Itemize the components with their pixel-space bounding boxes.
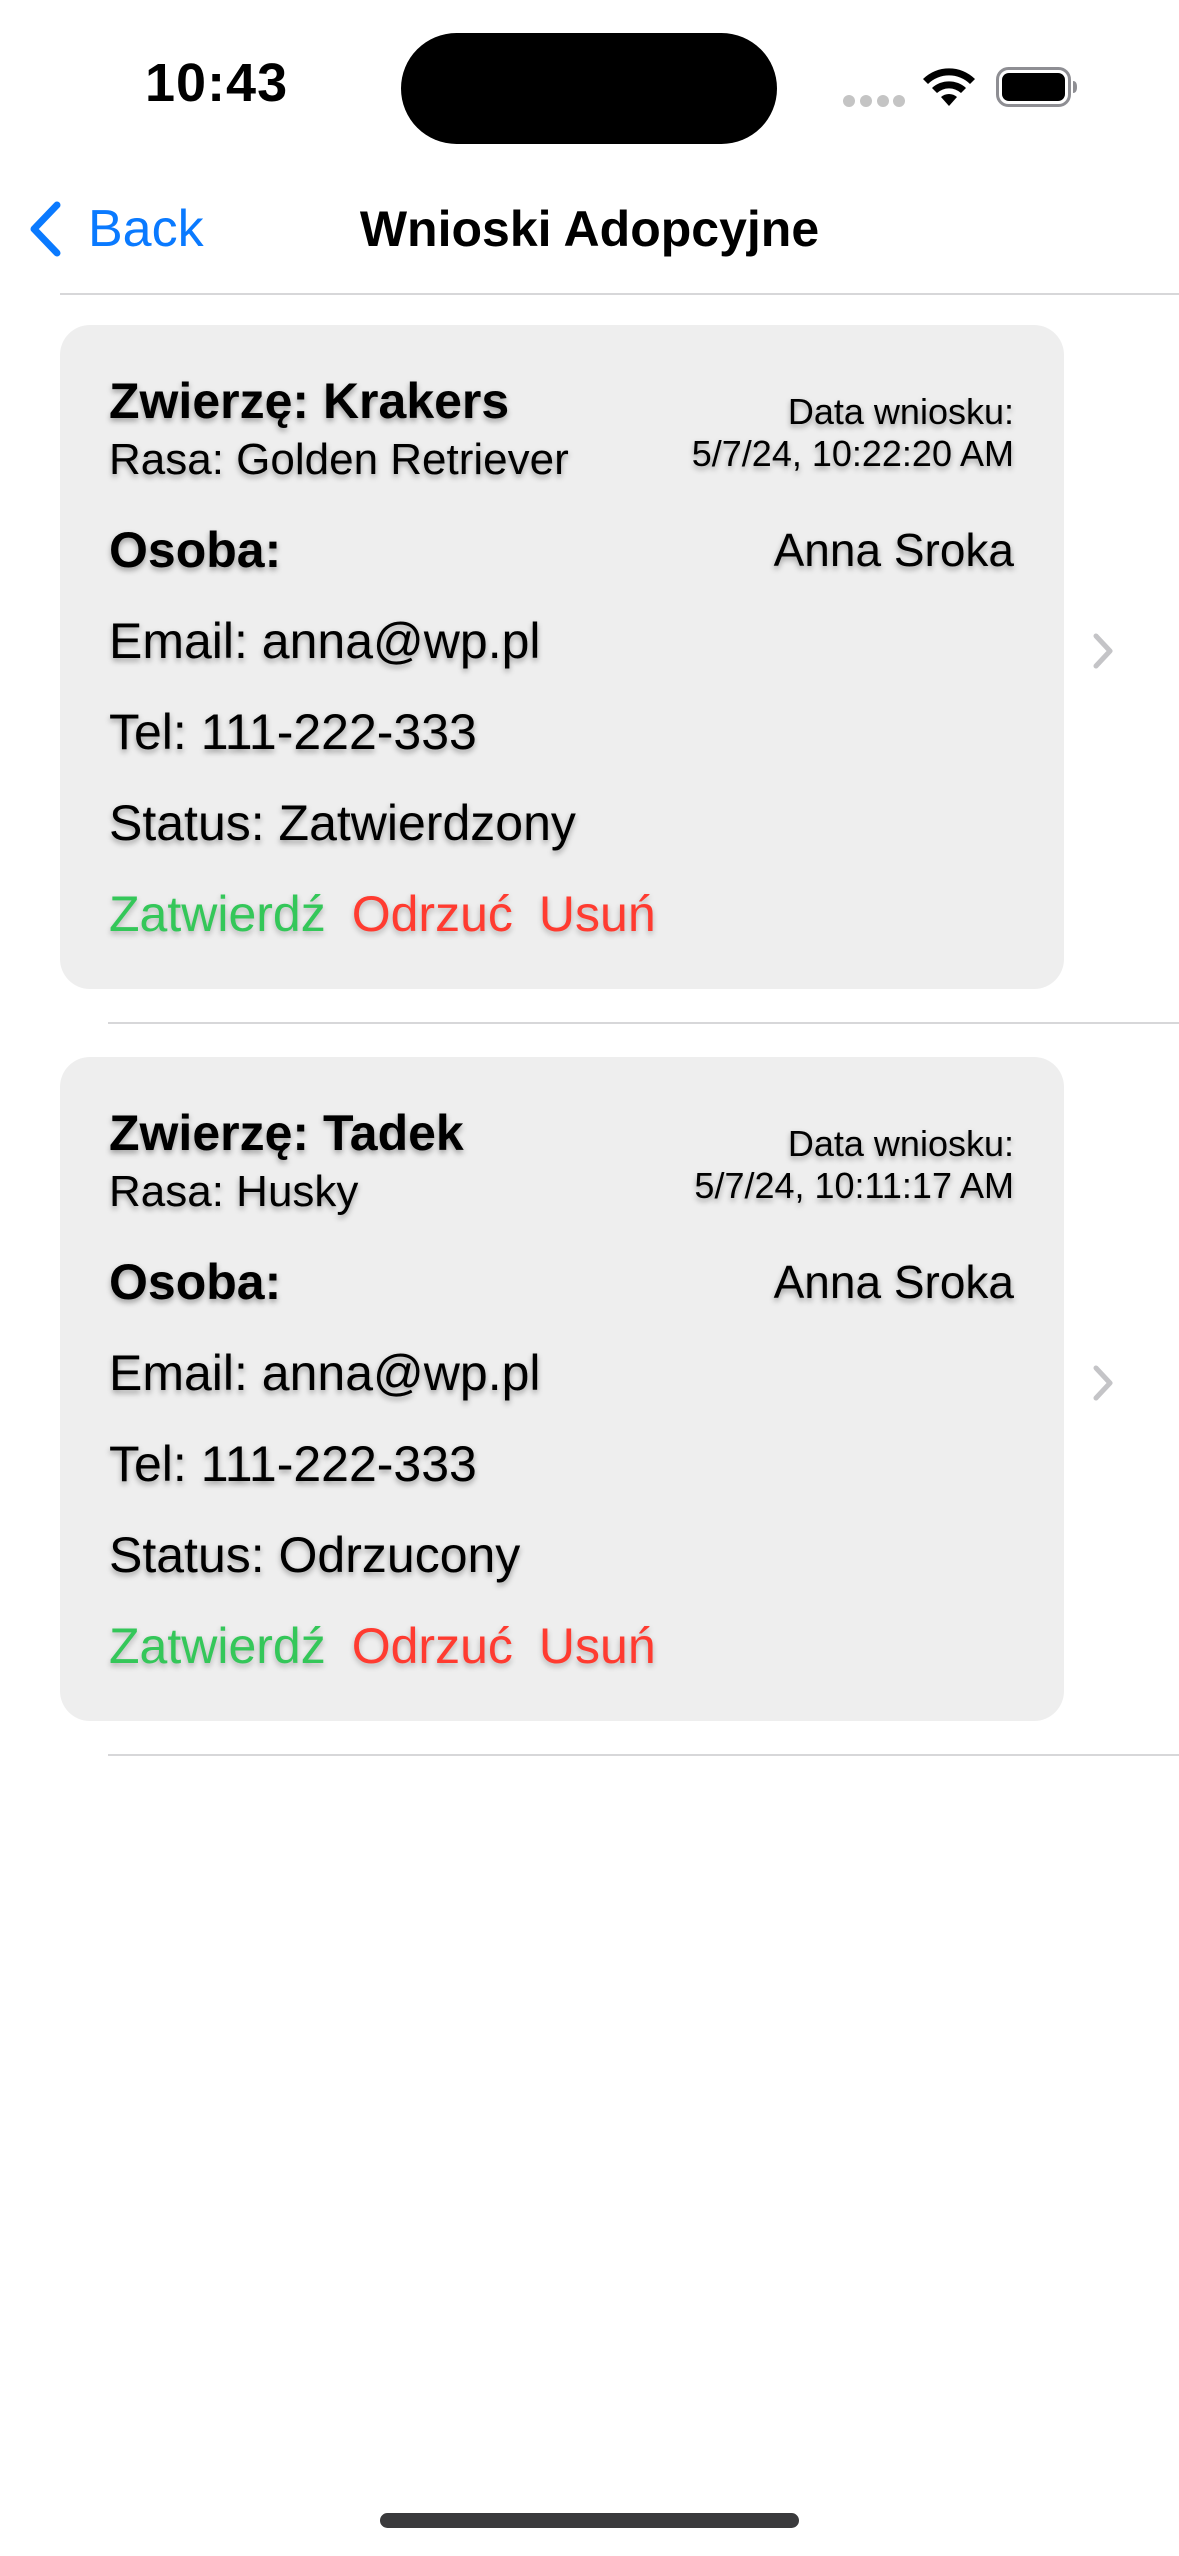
- request-date: 5/7/24, 10:11:17 AM: [694, 1165, 1014, 1206]
- nav-divider: [60, 293, 1179, 295]
- battery-icon: [996, 67, 1077, 107]
- delete-button[interactable]: Usuń: [539, 885, 656, 943]
- home-indicator[interactable]: [380, 2513, 799, 2528]
- chevron-right-icon: [1093, 633, 1113, 669]
- animal-breed: Rasa: Golden Retriever: [109, 435, 569, 484]
- request-date-label: Data wniosku:: [787, 391, 1014, 432]
- page-title: Wnioski Adopcyjne: [359, 201, 820, 257]
- request-row[interactable]: Zwierzę: Tadek Rasa: Husky Data wniosku:…: [0, 1057, 1179, 1721]
- request-card: Zwierzę: Krakers Rasa: Golden Retriever …: [60, 325, 1064, 989]
- person-name: Anna Sroka: [773, 1256, 1014, 1308]
- request-status: Status: Odrzucony: [109, 1527, 521, 1583]
- reject-button[interactable]: Odrzuć: [352, 885, 513, 943]
- wifi-icon: [923, 68, 975, 106]
- request-actions: Zatwierdź Odrzuć Usuń: [109, 885, 656, 943]
- person-phone: Tel: 111-222-333: [109, 704, 477, 760]
- animal-name: Zwierzę: Tadek: [109, 1105, 464, 1161]
- animal-breed: Rasa: Husky: [109, 1167, 359, 1216]
- animal-name: Zwierzę: Krakers: [109, 373, 510, 429]
- person-label: Osoba:: [109, 522, 282, 578]
- status-time: 10:43: [145, 53, 289, 113]
- request-date-label: Data wniosku:: [787, 1123, 1014, 1164]
- person-email: Email: anna@wp.pl: [109, 1345, 541, 1401]
- screen: 10:43 Back Wnioski Adopcyjne Zwierzę: Kr…: [0, 0, 1179, 2556]
- person-label: Osoba:: [109, 1254, 282, 1310]
- reject-button[interactable]: Odrzuć: [352, 1617, 513, 1675]
- approve-button[interactable]: Zatwierdź: [109, 1617, 326, 1675]
- person-email: Email: anna@wp.pl: [109, 613, 541, 669]
- row-divider: [108, 1022, 1179, 1024]
- chevron-right-icon: [1093, 1365, 1113, 1401]
- request-row[interactable]: Zwierzę: Krakers Rasa: Golden Retriever …: [0, 325, 1179, 989]
- request-actions: Zatwierdź Odrzuć Usuń: [109, 1617, 656, 1675]
- approve-button[interactable]: Zatwierdź: [109, 885, 326, 943]
- request-date: 5/7/24, 10:22:20 AM: [691, 433, 1014, 474]
- cellular-signal-icon: [843, 95, 905, 107]
- delete-button[interactable]: Usuń: [539, 1617, 656, 1675]
- request-status: Status: Zatwierdzony: [109, 795, 576, 851]
- person-name: Anna Sroka: [773, 524, 1014, 576]
- row-divider: [108, 1754, 1179, 1756]
- person-phone: Tel: 111-222-333: [109, 1436, 477, 1492]
- dynamic-island: [401, 33, 777, 144]
- request-card: Zwierzę: Tadek Rasa: Husky Data wniosku:…: [60, 1057, 1064, 1721]
